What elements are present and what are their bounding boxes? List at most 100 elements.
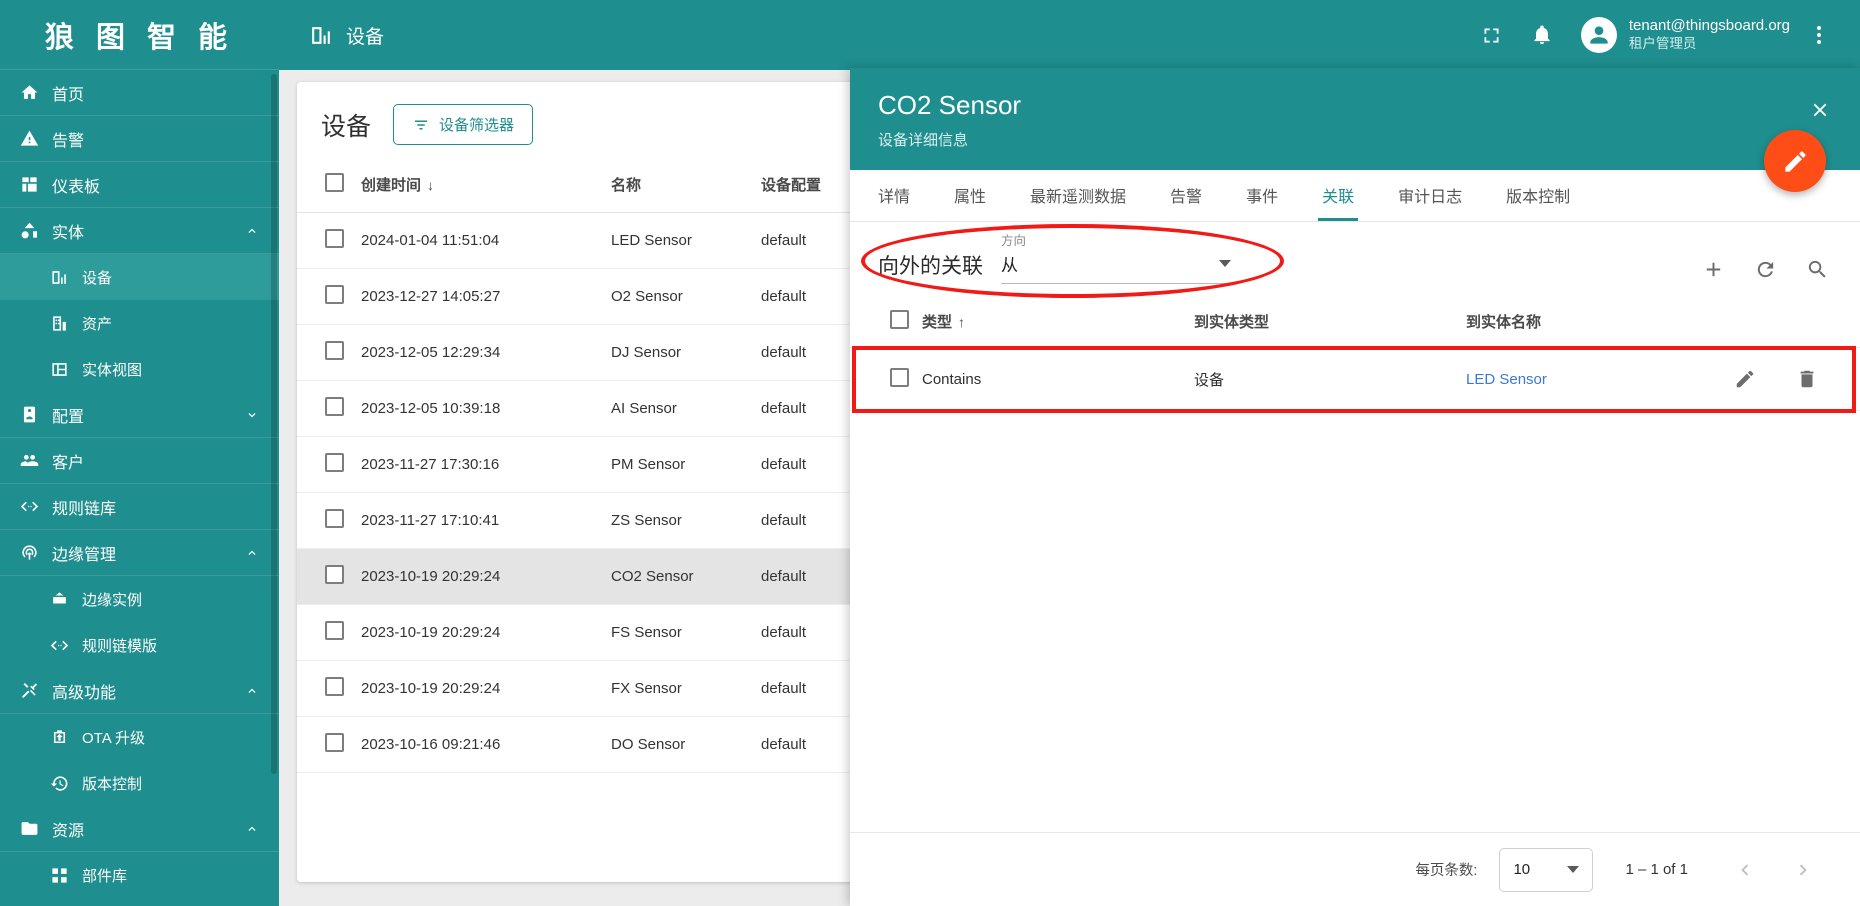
user-menu[interactable]: tenant@thingsboard.org 租户管理员 xyxy=(1580,17,1790,53)
sidebar-item-label: 客户 xyxy=(52,454,85,472)
sidebar-item-13[interactable]: 高级功能 xyxy=(0,668,279,714)
cell-created-time: 2023-10-19 20:29:24 xyxy=(361,604,611,661)
col-name[interactable]: 名称 xyxy=(611,161,761,213)
ota-icon xyxy=(48,726,70,748)
tab-label: 最新遥测数据 xyxy=(1030,189,1127,206)
fullscreen-icon[interactable] xyxy=(1475,18,1509,52)
sidebar-item-label: 规则链库 xyxy=(52,500,117,518)
home-icon xyxy=(18,82,40,104)
sidebar-item-7[interactable]: 配置 xyxy=(0,392,279,438)
relations-col-type-label: 类型 xyxy=(922,314,953,331)
cell-relation-type: Contains xyxy=(922,347,1194,411)
tab-4[interactable]: 事件 xyxy=(1224,169,1300,221)
relations-col-type[interactable]: 类型 ↑ xyxy=(922,296,1194,348)
edit-pencil-icon[interactable] xyxy=(1732,366,1758,392)
chevron-up-icon[interactable] xyxy=(245,684,259,698)
sidebar-item-8[interactable]: 客户 xyxy=(0,438,279,484)
sidebar-item-label: 设备 xyxy=(82,269,113,287)
pagination-nav xyxy=(1732,857,1816,883)
sidebar-item-3[interactable]: 实体 xyxy=(0,208,279,254)
select-all-checkbox[interactable] xyxy=(325,173,344,192)
row-checkbox[interactable] xyxy=(325,677,344,696)
chevron-down-icon[interactable] xyxy=(245,408,259,422)
sidebar-scrollbar[interactable] xyxy=(271,74,277,774)
relations-col-entity-type[interactable]: 到实体类型 xyxy=(1194,296,1466,348)
sidebar-item-4[interactable]: 设备 xyxy=(0,254,279,300)
chevron-up-icon[interactable] xyxy=(245,822,259,836)
sidebar-item-label: 实体视图 xyxy=(82,361,143,379)
relation-row[interactable]: Contains 设备 LED Sensor xyxy=(850,347,1860,411)
search-icon[interactable] xyxy=(1804,256,1830,282)
plus-icon[interactable] xyxy=(1700,256,1726,282)
relations-col-entity-name[interactable]: 到实体名称 xyxy=(1466,296,1597,348)
row-checkbox[interactable] xyxy=(325,621,344,640)
tab-3[interactable]: 告警 xyxy=(1148,169,1224,221)
relations-col-actions xyxy=(1596,296,1860,348)
tab-2[interactable]: 最新遥测数据 xyxy=(1008,169,1148,221)
row-checkbox[interactable] xyxy=(325,341,344,360)
relation-checkbox[interactable] xyxy=(890,367,909,387)
chevron-up-icon[interactable] xyxy=(245,224,259,238)
drawer-subtitle: 设备详细信息 xyxy=(878,132,969,149)
row-checkbox-cell xyxy=(297,212,361,269)
drawer-header: CO2 Sensor 设备详细信息 xyxy=(850,68,1860,170)
col-created-time[interactable]: 创建时间 ↓ xyxy=(361,161,611,213)
row-checkbox[interactable] xyxy=(325,453,344,472)
cell-created-time: 2023-10-16 09:21:46 xyxy=(361,716,611,773)
sidebar-item-15[interactable]: 版本控制 xyxy=(0,760,279,806)
sidebar-item-10[interactable]: 边缘管理 xyxy=(0,530,279,576)
direction-select[interactable]: 方向 从 xyxy=(1001,230,1231,286)
tab-0[interactable]: 详情 xyxy=(856,169,932,221)
sidebar-item-9[interactable]: 规则链库 xyxy=(0,484,279,530)
cell-device-name: DJ Sensor xyxy=(611,324,761,381)
close-icon[interactable] xyxy=(1806,96,1834,124)
sidebar-item-5[interactable]: 资产 xyxy=(0,300,279,346)
entity-link[interactable]: LED Sensor xyxy=(1466,371,1547,388)
row-checkbox[interactable] xyxy=(325,509,344,528)
relations-select-all-checkbox[interactable] xyxy=(890,310,909,329)
tab-6[interactable]: 审计日志 xyxy=(1376,169,1484,221)
chevron-down-icon xyxy=(1219,260,1231,267)
trash-icon[interactable] xyxy=(1794,366,1820,392)
row-checkbox[interactable] xyxy=(325,229,344,248)
cell-device-name: CO2 Sensor xyxy=(611,548,761,605)
chevron-left-icon[interactable] xyxy=(1732,857,1758,883)
rulechain-icon xyxy=(18,496,40,518)
direction-select-label: 方向 xyxy=(1001,234,1027,248)
sidebar-item-17[interactable]: 部件库 xyxy=(0,852,279,898)
tab-7[interactable]: 版本控制 xyxy=(1484,169,1592,221)
row-checkbox[interactable] xyxy=(325,397,344,416)
sidebar-item-12[interactable]: 规则链模版 xyxy=(0,622,279,668)
chevron-up-icon[interactable] xyxy=(245,546,259,560)
items-per-page-select[interactable]: 10 xyxy=(1499,847,1594,892)
device-filter-button[interactable]: 设备筛选器 xyxy=(393,104,534,145)
sidebar-item-6[interactable]: 实体视图 xyxy=(0,346,279,392)
cell-device-name: FS Sensor xyxy=(611,604,761,661)
tab-label: 详情 xyxy=(878,189,911,206)
row-checkbox-cell xyxy=(297,324,361,381)
chevron-right-icon[interactable] xyxy=(1790,857,1816,883)
kebab-menu-icon[interactable] xyxy=(1804,18,1834,52)
edit-entity-fab[interactable] xyxy=(1764,130,1826,192)
cell-to-entity-name[interactable]: LED Sensor xyxy=(1466,347,1597,411)
sidebar-item-11[interactable]: 边缘实例 xyxy=(0,576,279,622)
sidebar: 狼 图 智 能 首页 告警 仪表板 实体 设备 资产 实体视图 配置 客户 规则链库 边缘管理 边缘实… xyxy=(0,0,279,906)
sidebar-item-0[interactable]: 首页 xyxy=(0,70,279,116)
device-icon xyxy=(309,22,335,48)
cell-device-name: O2 Sensor xyxy=(611,268,761,325)
customer-icon xyxy=(18,450,40,472)
avatar xyxy=(1580,17,1617,53)
sidebar-item-2[interactable]: 仪表板 xyxy=(0,162,279,208)
tab-5[interactable]: 关联 xyxy=(1300,169,1376,221)
tab-1[interactable]: 属性 xyxy=(932,169,1008,221)
direction-select-control[interactable]: 从 xyxy=(1001,251,1231,284)
sidebar-item-16[interactable]: 资源 xyxy=(0,806,279,852)
bell-icon[interactable] xyxy=(1525,18,1559,52)
sidebar-item-14[interactable]: OTA 升级 xyxy=(0,714,279,760)
top-bar: 设备 tenant@thingsboard.org 租户管理员 xyxy=(279,0,1860,70)
sidebar-item-1[interactable]: 告警 xyxy=(0,116,279,162)
refresh-icon[interactable] xyxy=(1752,256,1778,282)
row-checkbox[interactable] xyxy=(325,565,344,584)
row-checkbox[interactable] xyxy=(325,733,344,752)
row-checkbox[interactable] xyxy=(325,285,344,304)
